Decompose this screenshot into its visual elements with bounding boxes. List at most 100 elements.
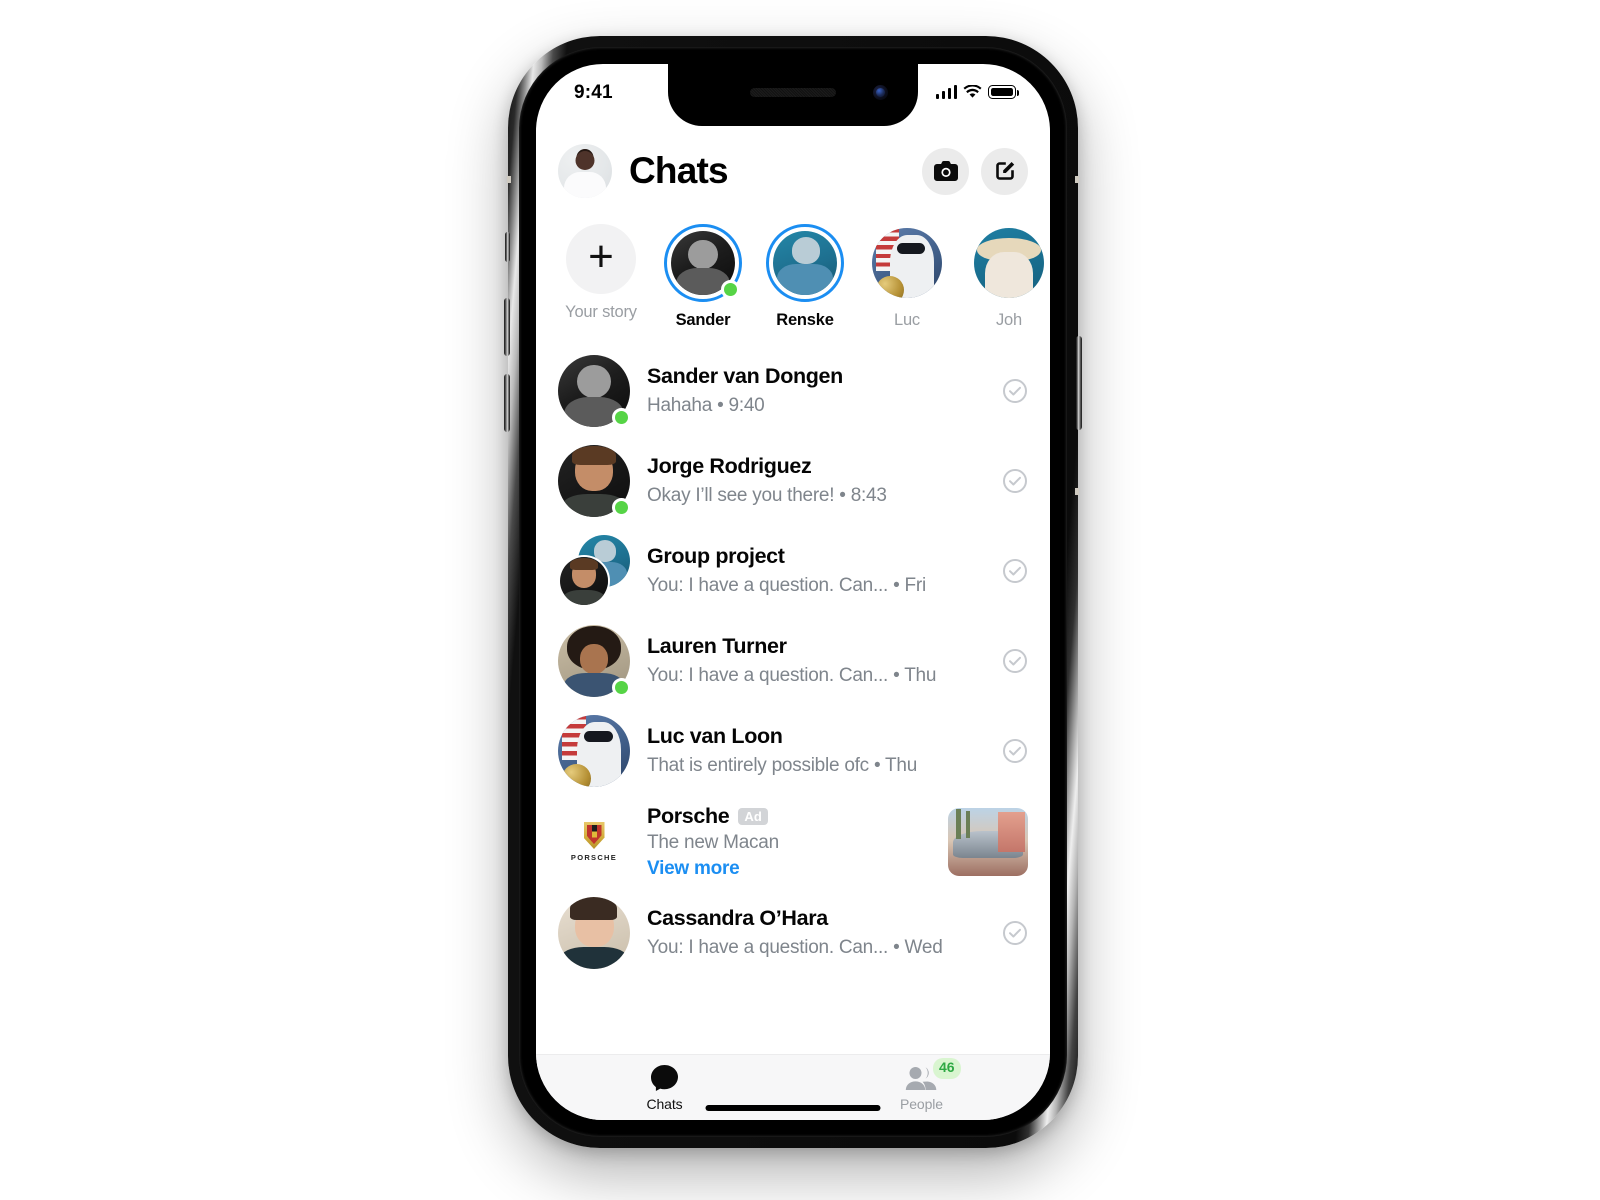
story-add-yours[interactable]: Your story xyxy=(558,216,644,322)
plus-icon xyxy=(566,224,636,294)
screenshot-canvas: 9:41 Chats + Your story Sander Renske Lu… xyxy=(0,0,1600,1200)
front-camera-icon xyxy=(873,85,888,100)
chat-name: Jorge Rodriguez xyxy=(647,454,812,479)
volume-up-button[interactable] xyxy=(504,298,510,356)
antenna-line-right-top xyxy=(1075,176,1079,183)
story-ring-unseen xyxy=(766,224,844,302)
chat-snippet: You: I have a question. Can... • Wed xyxy=(647,937,943,959)
power-button[interactable] xyxy=(1076,336,1082,430)
device-screen: 9:41 Chats + Your story Sander Renske Lu… xyxy=(536,64,1050,1120)
people-icon: 46 xyxy=(905,1058,961,1092)
antenna-line-right-bottom xyxy=(1075,488,1079,495)
story-label: Sander xyxy=(675,311,731,329)
ad-title-line: Porsche Ad xyxy=(647,804,938,829)
my-profile-avatar[interactable] xyxy=(558,144,612,198)
ad-text: Porsche Ad The new Macan View more xyxy=(647,804,938,880)
story-avatar xyxy=(974,228,1044,298)
story-avatar xyxy=(773,231,837,295)
ad-badge: Ad xyxy=(738,808,768,825)
online-dot xyxy=(612,678,631,697)
chat-name: Sander van Dongen xyxy=(647,364,843,389)
porsche-logo-icon: PORSCHE xyxy=(558,806,630,878)
story-ring-unseen xyxy=(664,224,742,302)
ad-view-more-link[interactable]: View more xyxy=(647,858,938,880)
people-unread-badge: 46 xyxy=(933,1058,961,1079)
avatar xyxy=(558,715,630,787)
story-item-luc[interactable]: Luc xyxy=(864,216,950,330)
chat-bubble-icon xyxy=(650,1064,679,1092)
tab-label-chats: Chats xyxy=(646,1096,683,1112)
chat-row-text: Group project You: I have a question. Ca… xyxy=(647,543,992,599)
ad-subtitle: The new Macan xyxy=(647,832,779,853)
ad-brand: Porsche xyxy=(647,804,730,828)
story-label: Luc xyxy=(893,311,920,329)
chat-row[interactable]: Jorge Rodriguez Okay I’ll see you there!… xyxy=(536,436,1050,526)
read-receipt-check-icon xyxy=(1002,558,1028,584)
mute-switch-button[interactable] xyxy=(505,232,510,262)
camera-icon xyxy=(933,161,958,181)
earpiece-speaker-icon xyxy=(750,88,836,97)
chat-name: Luc van Loon xyxy=(647,724,783,749)
status-indicators xyxy=(935,85,1020,99)
device-bezel: 9:41 Chats + Your story Sander Renske Lu… xyxy=(519,47,1067,1137)
chat-row-text: Lauren Turner You: I have a question. Ca… xyxy=(647,633,992,689)
story-label: Renske xyxy=(776,311,834,329)
read-receipt-check-icon xyxy=(1002,648,1028,674)
online-dot xyxy=(612,408,631,427)
story-label-your-story: Your story xyxy=(565,303,637,321)
chat-row[interactable]: Cassandra O’Hara You: I have a question.… xyxy=(536,888,1050,978)
chat-row-text: Jorge Rodriguez Okay I’ll see you there!… xyxy=(647,453,992,509)
stories-row[interactable]: Your story Sander Renske xyxy=(536,216,1050,346)
chat-name: Lauren Turner xyxy=(647,634,787,659)
compose-button[interactable] xyxy=(981,147,1028,195)
chat-name: Cassandra O’Hara xyxy=(647,906,828,931)
chat-row[interactable]: Group project You: I have a question. Ca… xyxy=(536,526,1050,616)
page-title: Chats xyxy=(629,150,729,191)
chat-snippet: Okay I’ll see you there! • 8:43 xyxy=(647,485,887,507)
story-item-sander[interactable]: Sander xyxy=(660,216,746,330)
avatar xyxy=(558,625,631,697)
avatar xyxy=(558,897,630,969)
group-avatar-stack xyxy=(558,535,630,607)
story-avatar xyxy=(872,228,942,298)
chat-row[interactable]: Luc van Loon That is entirely possible o… xyxy=(536,706,1050,796)
battery-icon xyxy=(988,85,1020,99)
porsche-wordmark: PORSCHE xyxy=(570,853,618,862)
story-ring-seen xyxy=(868,224,946,302)
read-receipt-check-icon xyxy=(1002,738,1028,764)
story-item-renske[interactable]: Renske xyxy=(762,216,848,330)
read-receipt-check-icon xyxy=(1002,468,1028,494)
online-dot xyxy=(612,498,631,517)
chat-name: Group project xyxy=(647,544,785,569)
group-avatar-front xyxy=(558,555,610,607)
app-header: Chats xyxy=(536,126,1050,216)
chat-snippet: Hahaha • 9:40 xyxy=(647,395,765,417)
tab-label-people: People xyxy=(900,1096,943,1112)
status-time: 9:41 xyxy=(574,82,613,103)
chat-snippet: You: I have a question. Can... • Fri xyxy=(647,575,926,597)
ad-thumbnail-image[interactable] xyxy=(948,808,1028,876)
chat-snippet: That is entirely possible ofc • Thu xyxy=(647,755,918,777)
compose-icon xyxy=(993,159,1017,183)
avatar xyxy=(558,445,631,517)
home-indicator[interactable] xyxy=(705,1105,881,1111)
volume-down-button[interactable] xyxy=(504,374,510,432)
chat-list[interactable]: Sander van Dongen Hahaha • 9:40 Jorge Ro… xyxy=(536,346,1050,1054)
read-receipt-check-icon xyxy=(1002,920,1028,946)
antenna-line-left xyxy=(507,176,511,183)
story-ring-seen xyxy=(970,224,1048,302)
story-label: Joh xyxy=(995,311,1022,329)
display-notch xyxy=(668,64,918,126)
iphone-device-frame: 9:41 Chats + Your story Sander Renske Lu… xyxy=(504,36,1082,1148)
signal-bars-icon xyxy=(935,85,957,99)
online-dot xyxy=(721,280,740,299)
porsche-crest-icon xyxy=(583,822,605,849)
camera-button[interactable] xyxy=(922,147,969,195)
chat-row-text: Cassandra O’Hara You: I have a question.… xyxy=(647,905,992,961)
story-item-john[interactable]: Joh xyxy=(966,216,1050,330)
read-receipt-check-icon xyxy=(1002,378,1028,404)
wifi-icon xyxy=(963,85,982,99)
sponsored-ad-row[interactable]: PORSCHE Porsche Ad The new Macan View mo… xyxy=(536,796,1050,888)
chat-row[interactable]: Lauren Turner You: I have a question. Ca… xyxy=(536,616,1050,706)
chat-row[interactable]: Sander van Dongen Hahaha • 9:40 xyxy=(536,346,1050,436)
